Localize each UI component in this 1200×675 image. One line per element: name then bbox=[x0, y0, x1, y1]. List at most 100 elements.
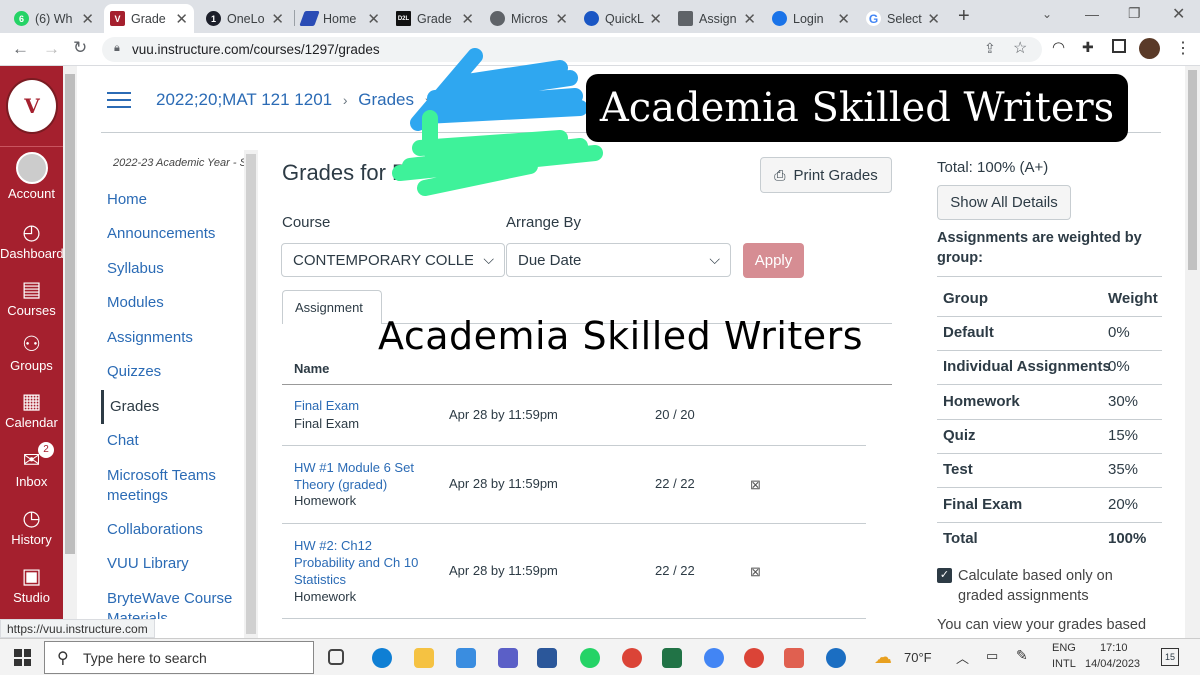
breadcrumb-course[interactable]: 2022;20;MAT 121 1201 bbox=[156, 90, 332, 109]
course-nav-home[interactable]: Home bbox=[107, 191, 147, 208]
new-tab-button[interactable]: + bbox=[958, 5, 970, 28]
close-icon[interactable]: ✕ bbox=[461, 10, 474, 28]
course-nav-teams[interactable]: Microsoft Teams meetings bbox=[107, 466, 237, 506]
teams-icon[interactable] bbox=[498, 648, 518, 668]
file-explorer-icon[interactable] bbox=[414, 648, 434, 668]
tab-assignments[interactable]: Assignment bbox=[282, 290, 382, 324]
edge-icon[interactable] bbox=[372, 648, 392, 668]
nav-studio[interactable]: ▣ Studio bbox=[0, 564, 63, 605]
clock-date[interactable]: 14/04/2023 bbox=[1085, 658, 1140, 670]
word-icon[interactable] bbox=[537, 648, 557, 668]
chrome-profile2-icon[interactable] bbox=[744, 648, 764, 668]
course-nav-quizzes[interactable]: Quizzes bbox=[107, 363, 161, 380]
close-icon[interactable]: ✕ bbox=[555, 10, 568, 28]
course-nav-brytewave[interactable]: BryteWave Course Materials bbox=[107, 589, 242, 619]
tab-onelogin[interactable]: 1 OneLo ✕ bbox=[200, 4, 290, 33]
tab-login[interactable]: Login ✕ bbox=[766, 4, 856, 33]
tray-device-icon[interactable]: ▭ bbox=[986, 648, 998, 664]
course-nav-announcements[interactable]: Announcements bbox=[107, 225, 215, 242]
calc-graded-checkbox[interactable]: ✓ bbox=[937, 568, 952, 583]
notification-icon[interactable]: 15 bbox=[1161, 648, 1179, 666]
forward-icon[interactable]: → bbox=[43, 39, 60, 59]
total-grade: Total: 100% (A+) bbox=[937, 159, 1049, 176]
windows-start-icon[interactable] bbox=[14, 649, 31, 666]
task-view-icon[interactable] bbox=[328, 649, 344, 665]
lang-eng[interactable]: ENG bbox=[1052, 642, 1076, 654]
nav-calendar[interactable]: ▦ Calendar bbox=[0, 389, 63, 430]
nav-courses[interactable]: ▤ Courses bbox=[0, 277, 63, 318]
extension-arc-icon[interactable]: ◠ bbox=[1052, 38, 1065, 56]
taskbar-search-input[interactable]: ⚲ Type here to search bbox=[44, 641, 314, 674]
close-icon[interactable]: ✕ bbox=[175, 10, 188, 28]
hamburger-icon[interactable] bbox=[107, 92, 131, 108]
nav-history[interactable]: ◷ History bbox=[0, 506, 63, 547]
close-icon[interactable]: ✕ bbox=[367, 10, 380, 28]
close-icon[interactable]: ✕ bbox=[927, 10, 940, 28]
sidepanel-icon[interactable] bbox=[1112, 39, 1126, 53]
tab-grades-canvas[interactable]: V Grade ✕ bbox=[104, 4, 194, 33]
tab-whatsapp[interactable]: 6 (6) Wh ✕ bbox=[8, 4, 100, 33]
window-close-icon[interactable]: ✕ bbox=[1172, 4, 1185, 24]
pen-icon[interactable]: ✎ bbox=[1016, 647, 1028, 664]
course-nav-syllabus[interactable]: Syllabus bbox=[107, 260, 164, 277]
assignment-hw2[interactable]: HW #2: Ch12 Probability and Ch 10 Statis… bbox=[294, 537, 429, 588]
group-name: Quiz bbox=[943, 427, 976, 444]
lang-intl[interactable]: INTL bbox=[1052, 658, 1076, 670]
course-nav-assignments[interactable]: Assignments bbox=[107, 329, 193, 346]
bookmark-star-icon[interactable]: ☆ bbox=[1013, 38, 1027, 58]
nav-dashboard[interactable]: ◴ Dashboard bbox=[0, 220, 64, 261]
reload-icon[interactable]: ↻ bbox=[73, 38, 87, 58]
arrange-by-select[interactable]: Due Date ⌵ bbox=[506, 243, 731, 277]
help-icon[interactable] bbox=[826, 648, 846, 668]
close-icon[interactable]: ✕ bbox=[271, 10, 284, 28]
tab-assign[interactable]: Assign ✕ bbox=[672, 4, 762, 33]
back-icon[interactable]: ← bbox=[12, 39, 29, 59]
course-nav-library[interactable]: VUU Library bbox=[107, 555, 189, 572]
group-weight: 30% bbox=[1108, 393, 1139, 410]
assignment-final-exam[interactable]: Final Exam bbox=[294, 398, 359, 413]
course-nav-scrollbar[interactable] bbox=[244, 150, 258, 638]
close-icon[interactable]: ✕ bbox=[649, 10, 662, 28]
nav-groups[interactable]: ⚇ Groups bbox=[0, 332, 63, 373]
tab-home[interactable]: Home ✕ bbox=[296, 4, 386, 33]
course-nav-grades[interactable]: Grades bbox=[101, 390, 159, 424]
nav-account[interactable]: Account bbox=[0, 152, 63, 201]
assignment-group: Homework bbox=[294, 589, 357, 604]
chrome-profile-icon[interactable] bbox=[704, 648, 724, 668]
tab-microsoft[interactable]: Micros ✕ bbox=[484, 4, 574, 33]
course-nav-chat[interactable]: Chat bbox=[107, 432, 139, 449]
course-nav-modules[interactable]: Modules bbox=[107, 294, 164, 311]
excel-icon[interactable] bbox=[662, 648, 682, 668]
store-icon[interactable] bbox=[456, 648, 476, 668]
page-scrollbar[interactable] bbox=[1185, 66, 1200, 638]
close-icon[interactable]: ✕ bbox=[837, 10, 850, 28]
tab-d2l-grades[interactable]: D2L Grade ✕ bbox=[390, 4, 480, 33]
menu-kebab-icon[interactable]: ⋮ bbox=[1175, 38, 1191, 58]
minimize-icon[interactable]: — bbox=[1085, 6, 1099, 22]
rubric-icon[interactable]: ⊠ bbox=[750, 477, 761, 493]
app-pin-icon[interactable] bbox=[784, 648, 804, 668]
tab-search-icon[interactable]: ⌄ bbox=[1042, 7, 1052, 21]
restore-icon[interactable]: ❐ bbox=[1128, 5, 1141, 22]
clock-time[interactable]: 17:10 bbox=[1100, 642, 1128, 654]
whatsapp-app-icon[interactable] bbox=[580, 648, 600, 668]
apply-button[interactable]: Apply bbox=[743, 243, 804, 278]
tab-quicklaunch[interactable]: QuickL ✕ bbox=[578, 4, 668, 33]
rubric-icon[interactable]: ⊠ bbox=[750, 564, 761, 580]
close-icon[interactable]: ✕ bbox=[81, 10, 94, 28]
tab-google-select[interactable]: G Select ✕ bbox=[860, 4, 946, 33]
share-icon[interactable]: ⇪ bbox=[984, 40, 996, 57]
close-icon[interactable]: ✕ bbox=[743, 10, 756, 28]
tray-chevron-icon[interactable]: ︿ bbox=[956, 648, 969, 667]
show-all-details-button[interactable]: Show All Details bbox=[937, 185, 1071, 220]
nav-inbox[interactable]: ✉ Inbox 2 bbox=[0, 442, 63, 489]
print-grades-button[interactable]: ⎙ Print Grades bbox=[760, 157, 892, 193]
chrome-icon[interactable] bbox=[622, 648, 642, 668]
assignment-hw1[interactable]: HW #1 Module 6 Set Theory (graded) bbox=[294, 459, 429, 493]
course-nav-collaborations[interactable]: Collaborations bbox=[107, 521, 203, 538]
extensions-puzzle-icon[interactable]: ✚ bbox=[1082, 39, 1094, 56]
profile-avatar[interactable] bbox=[1139, 38, 1160, 59]
vuu-logo[interactable]: V bbox=[6, 78, 58, 134]
nav-scrollbar[interactable] bbox=[63, 66, 77, 638]
course-select[interactable]: CONTEMPORARY COLLEGE ⌵ bbox=[281, 243, 505, 277]
